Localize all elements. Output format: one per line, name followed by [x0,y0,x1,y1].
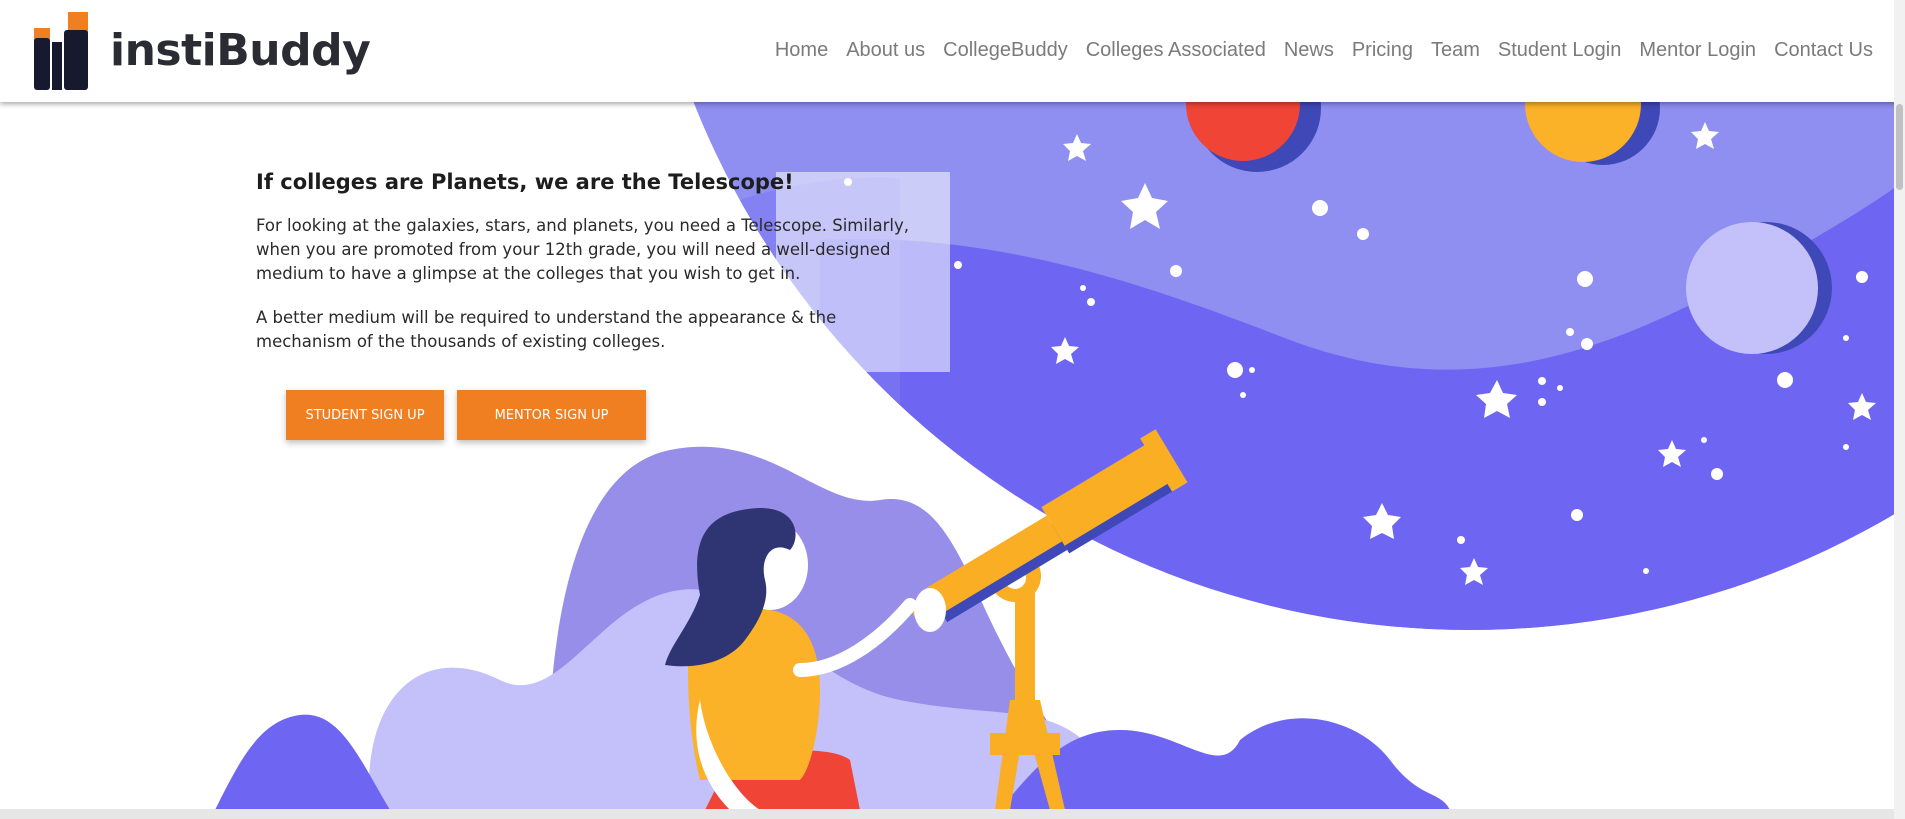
page-scrollbar[interactable] [1894,0,1905,819]
hill-front-left [215,714,390,810]
brand-name: instiBuddy [110,25,371,76]
student-signup-button[interactable]: STUDENT SIGN UP [286,390,444,440]
main-nav: Home About us CollegeBuddy Colleges Asso… [757,0,1873,100]
bottom-edge-strip [0,809,1905,819]
signup-buttons: STUDENT SIGN UP MENTOR SIGN UP [286,390,646,440]
nav-news[interactable]: News [1284,39,1334,62]
nav-home[interactable]: Home [775,39,828,62]
brand-logo[interactable]: instiBuddy [34,12,371,90]
nav-student-login[interactable]: Student Login [1498,39,1621,62]
scrollbar-thumb[interactable] [1896,104,1903,190]
nav-mentor-login[interactable]: Mentor Login [1639,39,1756,62]
mentor-signup-button[interactable]: MENTOR SIGN UP [457,390,646,440]
site-header: instiBuddy Home About us CollegeBuddy Co… [0,0,1905,102]
hero-paragraph-1: For looking at the galaxies, stars, and … [256,216,910,283]
nav-pricing[interactable]: Pricing [1352,39,1413,62]
nav-about-us[interactable]: About us [846,39,925,62]
hero-title: If colleges are Planets, we are the Tele… [256,170,794,194]
nav-collegebuddy[interactable]: CollegeBuddy [943,39,1068,62]
nav-contact-us[interactable]: Contact Us [1774,39,1873,62]
hero-text-block: If colleges are Planets, we are the Tele… [256,170,926,374]
hero-paragraph-2: A better medium will be required to unde… [256,308,837,351]
nav-team[interactable]: Team [1431,39,1480,62]
logo-mark-icon [34,12,88,90]
nav-colleges-associated[interactable]: Colleges Associated [1086,39,1266,62]
planet-lavender [1686,222,1832,354]
